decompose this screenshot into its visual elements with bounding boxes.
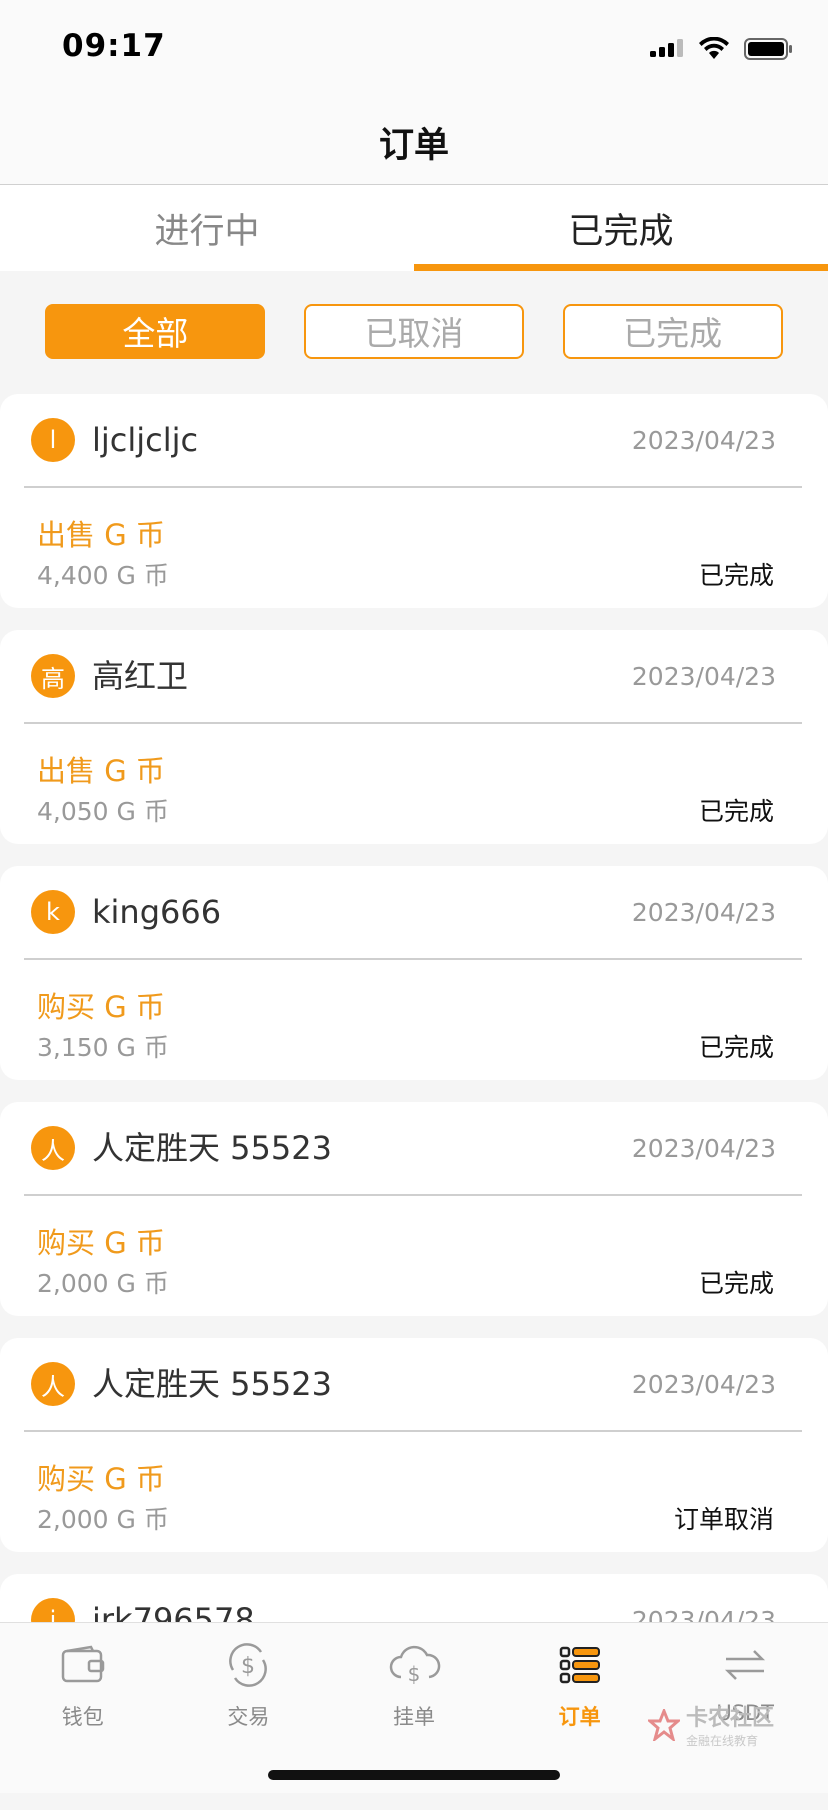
order-type: 购买 G 币 (37, 990, 165, 1024)
divider (24, 1194, 802, 1196)
dollar-exchange-icon: $ (229, 1643, 268, 1687)
order-card-header: k king666 2023/04/23 (0, 866, 828, 958)
order-date: 2023/04/23 (631, 662, 776, 691)
order-type: 出售 G 币 (37, 754, 165, 788)
order-username: 人定胜天 55523 (92, 1129, 332, 1167)
filter-cancelled-button[interactable]: 已取消 (303, 303, 524, 359)
status-time: 09:17 (62, 28, 166, 64)
order-status: 订单取消 (673, 1505, 774, 1534)
status-icons (650, 34, 794, 64)
order-card[interactable]: k king666 2023/04/23 购买 G 币 3,150 G 币 已完… (0, 866, 828, 1080)
wifi-icon (699, 37, 729, 59)
order-amount: 3,150 G 币 (37, 1033, 169, 1062)
avatar: 人 (31, 1126, 75, 1170)
tab-orders[interactable]: 订单 (497, 1623, 663, 1733)
order-list: l ljcljcljc 2023/04/23 出售 G 币 4,400 G 币 … (0, 394, 828, 1810)
status-bar: 09:17 (0, 0, 828, 100)
divider (24, 958, 802, 960)
tab-wallet[interactable]: 钱包 (0, 1623, 166, 1733)
order-card[interactable]: 人 人定胜天 55523 2023/04/23 购买 G 币 2,000 G 币… (0, 1102, 828, 1316)
order-amount: 4,050 G 币 (37, 797, 169, 826)
transfer-arrows-icon (725, 1650, 766, 1680)
avatar: l (31, 418, 75, 462)
tab-in-progress[interactable]: 进行中 (0, 185, 414, 271)
tab-label: 交易 (227, 1705, 270, 1729)
order-type: 出售 G 币 (37, 518, 165, 552)
wallet-icon (61, 1645, 105, 1683)
order-card-header: 人 人定胜天 55523 2023/04/23 (0, 1338, 828, 1430)
order-username: ljcljcljc (92, 421, 199, 459)
svg-text:$: $ (408, 1662, 421, 1686)
nav-bar: 订单 (0, 100, 828, 185)
filter-completed-button[interactable]: 已完成 (562, 303, 783, 359)
order-date: 2023/04/23 (631, 1370, 776, 1399)
avatar: k (31, 890, 75, 934)
watermark: 卡农社区 金融在线教育 (648, 1700, 774, 1749)
avatar: 高 (31, 654, 75, 698)
order-username: 人定胜天 55523 (92, 1365, 332, 1403)
order-date: 2023/04/23 (631, 898, 776, 927)
order-date: 2023/04/23 (631, 1134, 776, 1163)
order-amount: 4,400 G 币 (37, 561, 169, 590)
order-card-header: 人 人定胜天 55523 2023/04/23 (0, 1102, 828, 1194)
divider (24, 1430, 802, 1432)
order-type: 购买 G 币 (37, 1462, 165, 1496)
avatar: 人 (31, 1362, 75, 1406)
order-date: 2023/04/23 (631, 426, 776, 455)
order-username: 高红卫 (92, 657, 189, 695)
battery-icon (744, 38, 792, 60)
order-card-header: l ljcljcljc 2023/04/23 (0, 394, 828, 486)
page-title: 订单 (378, 125, 449, 166)
tab-label: 钱包 (61, 1705, 104, 1729)
signal-icon (650, 39, 683, 57)
home-indicator (268, 1770, 560, 1780)
order-card-header: 高 高红卫 2023/04/23 (0, 630, 828, 722)
order-amount: 2,000 G 币 (37, 1505, 169, 1534)
order-card[interactable]: 高 高红卫 2023/04/23 出售 G 币 4,050 G 币 已完成 (0, 630, 828, 844)
order-amount: 2,000 G 币 (37, 1269, 169, 1298)
order-status: 已完成 (698, 1269, 774, 1298)
divider (24, 486, 802, 488)
order-card[interactable]: l ljcljcljc 2023/04/23 出售 G 币 4,400 G 币 … (0, 394, 828, 608)
order-type: 购买 G 币 (37, 1226, 165, 1260)
order-card[interactable]: 人 人定胜天 55523 2023/04/23 购买 G 币 2,000 G 币… (0, 1338, 828, 1552)
watermark-logo-icon (648, 1708, 680, 1741)
divider (24, 722, 802, 724)
tab-completed[interactable]: 已完成 (414, 185, 828, 271)
tab-label: 挂单 (392, 1705, 435, 1729)
order-status: 已完成 (698, 1033, 774, 1062)
cloud-dollar-icon: $ (389, 1645, 441, 1686)
tab-trade[interactable]: $ 交易 (166, 1623, 332, 1733)
order-status: 已完成 (698, 797, 774, 826)
order-username: king666 (92, 893, 222, 931)
tab-label: 订单 (558, 1705, 601, 1729)
svg-text:$: $ (241, 1654, 255, 1679)
filter-all-button[interactable]: 全部 (45, 303, 266, 359)
filter-bar: 全部 已取消 已完成 (0, 271, 828, 391)
order-tabs: 进行中 已完成 (0, 185, 828, 271)
order-list-icon (559, 1646, 600, 1684)
tab-listing[interactable]: $ 挂单 (331, 1623, 497, 1733)
order-status: 已完成 (698, 561, 774, 590)
watermark-title: 卡农社区 (686, 1706, 775, 1731)
watermark-subtitle: 金融在线教育 (686, 1734, 759, 1748)
